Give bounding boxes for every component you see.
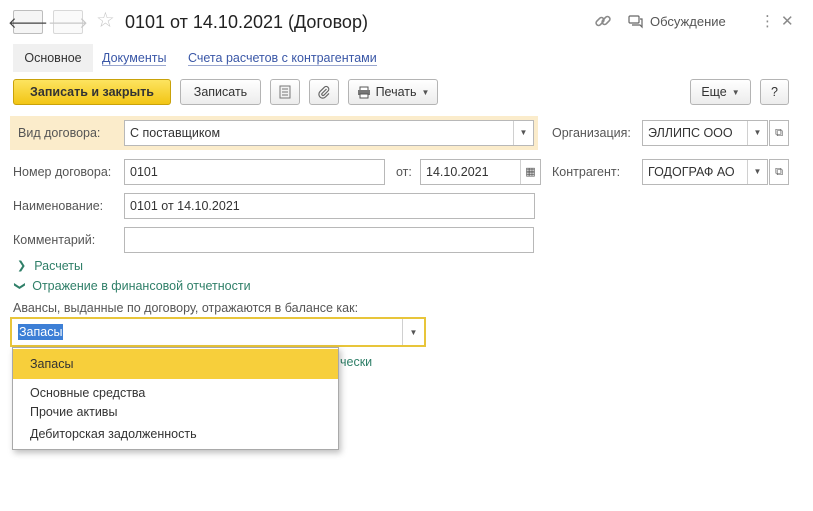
contract-number-input[interactable]: 0101 <box>124 159 385 185</box>
chat-icon <box>628 15 643 29</box>
chevron-down-icon: ❯ <box>13 281 26 291</box>
more-label: Еще <box>701 85 727 99</box>
dropdown-option-other-assets[interactable]: Прочие активы <box>13 403 338 421</box>
tab-documents[interactable]: Документы <box>102 44 167 72</box>
name-input[interactable]: 0101 от 14.10.2021 <box>124 193 535 219</box>
name-label: Наименование: <box>13 199 104 213</box>
help-button[interactable]: ? <box>760 79 789 105</box>
open-icon: ⧉ <box>775 126 783 139</box>
paperclip-icon <box>318 85 330 99</box>
advances-dropdown-list: Запасы Основные средства Прочие активы Д… <box>12 347 339 450</box>
caret-down-icon: ▼ <box>731 87 740 97</box>
star-icon[interactable]: ☆ <box>96 9 115 33</box>
organization-select[interactable]: ЭЛЛИПС ООО ▼ <box>642 120 768 146</box>
counterparty-select[interactable]: ГОДОГРАФ АО ▼ <box>642 159 768 185</box>
caret-down-icon[interactable]: ▼ <box>402 319 424 345</box>
contract-type-select[interactable]: С поставщиком ▼ <box>124 120 534 146</box>
page-title: 0101 от 14.10.2021 (Договор) <box>125 12 368 32</box>
contract-type-label: Вид договора: <box>18 126 101 140</box>
printer-icon <box>357 86 370 98</box>
discussion-label: Обсуждение <box>650 14 726 29</box>
dropdown-option-receivables[interactable]: Дебиторская задолженность <box>13 425 338 443</box>
attachments-button[interactable] <box>309 79 339 105</box>
partially-hidden-link[interactable]: чески <box>340 353 372 371</box>
open-icon: ⧉ <box>775 165 783 178</box>
date-label: от: <box>396 165 412 179</box>
arrow-right-icon: 🡒 <box>47 14 89 32</box>
caret-down-icon: ▼ <box>421 87 430 97</box>
comment-input[interactable] <box>124 227 534 253</box>
discussion-button[interactable]: Обсуждение <box>628 12 726 32</box>
tab-main[interactable]: Основное <box>13 44 93 72</box>
advances-value: Запасы <box>18 324 64 340</box>
print-button[interactable]: Печать ▼ <box>348 79 438 105</box>
group-settlements-label: Расчеты <box>34 259 83 273</box>
counterparty-value: ГОДОГРАФ АО <box>648 165 735 179</box>
caret-down-icon[interactable]: ▼ <box>747 160 767 184</box>
date-value: 14.10.2021 <box>426 165 489 179</box>
caret-down-icon[interactable]: ▼ <box>747 121 767 145</box>
dropdown-option-fixed-assets[interactable]: Основные средства <box>13 384 338 402</box>
tab-accounts-label: Счета расчетов с контрагентами <box>188 51 377 66</box>
save-and-close-button[interactable]: Записать и закрыть <box>13 79 171 105</box>
chevron-right-icon: ❯ <box>17 260 27 272</box>
caret-down-icon[interactable]: ▼ <box>513 121 533 145</box>
group-reporting[interactable]: ❯ Отражение в финансовой отчетности <box>14 277 251 295</box>
comment-label: Комментарий: <box>13 233 96 247</box>
counterparty-label: Контрагент: <box>552 165 621 179</box>
open-organization-button[interactable]: ⧉ <box>769 120 789 146</box>
organization-label: Организация: <box>552 126 631 140</box>
forward-button[interactable]: 🡒 <box>48 10 88 34</box>
dropdown-option-inventory[interactable]: Запасы <box>13 349 338 379</box>
back-button[interactable]: 🡐 <box>8 10 48 34</box>
tab-documents-label: Документы <box>102 51 167 66</box>
group-settlements[interactable]: ❯ Расчеты <box>17 257 83 275</box>
contract-type-value: С поставщиком <box>130 126 221 140</box>
link-icon[interactable] <box>594 12 612 36</box>
tab-accounts[interactable]: Счета расчетов с контрагентами <box>188 44 377 72</box>
arrow-left-icon: 🡐 <box>7 14 49 32</box>
document-list-button[interactable] <box>270 79 300 105</box>
group-reporting-label: Отражение в финансовой отчетности <box>32 279 251 293</box>
list-icon <box>279 85 291 99</box>
close-icon[interactable]: ✕ <box>781 12 794 32</box>
calendar-icon[interactable]: ▦ <box>520 160 540 184</box>
open-counterparty-button[interactable]: ⧉ <box>769 159 789 185</box>
save-button[interactable]: Записать <box>180 79 261 105</box>
contract-number-label: Номер договора: <box>13 165 112 179</box>
advances-select[interactable]: Запасы ▼ <box>10 317 426 347</box>
more-vertical-icon[interactable]: ⋮ <box>760 12 775 32</box>
more-button[interactable]: Еще ▼ <box>690 79 751 105</box>
organization-value: ЭЛЛИПС ООО <box>648 126 733 140</box>
date-input[interactable]: 14.10.2021 ▦ <box>420 159 541 185</box>
print-label: Печать <box>375 85 417 99</box>
